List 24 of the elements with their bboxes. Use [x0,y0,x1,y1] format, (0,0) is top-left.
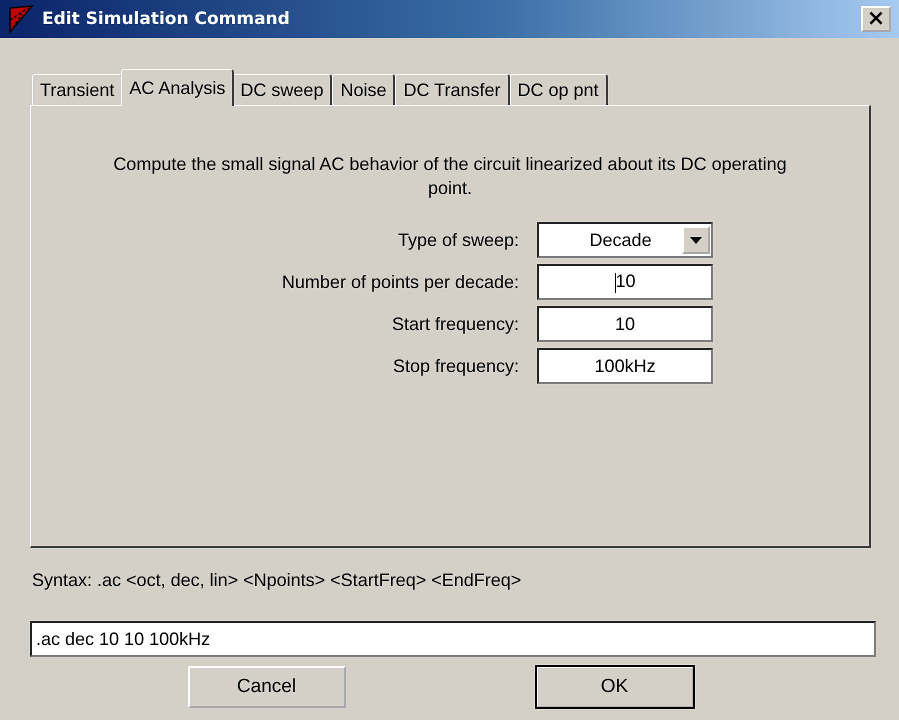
close-button[interactable]: × [861,6,891,32]
tab[interactable]: DC op pnt [510,74,608,105]
input-field[interactable]: 100kHz [537,348,714,384]
sweep-type-dropdown[interactable]: Decade [537,222,714,258]
tab[interactable]: DC Transfer [395,74,510,105]
field-label: Type of sweep: [396,230,520,250]
field-label: Start frequency: [390,314,520,334]
input-field[interactable]: 10 [537,306,714,342]
tab[interactable]: Transient [32,74,124,105]
syntax-text: Syntax: .ac <oct, dec, lin> <Npoints> <StartFreq> <EndFreq> [32,570,522,591]
command-field[interactable]: .ac dec 10 10 100kHz [30,621,876,657]
window-title: Edit Simulation Command [42,9,291,29]
field-label: Stop frequency: [392,356,520,376]
input-field[interactable]: 10 [537,264,714,300]
dialog-button[interactable]: Cancel [188,666,346,708]
tab[interactable]: Noise [332,74,396,105]
caret-icon [690,236,702,244]
dialog-button[interactable]: OK [536,666,694,708]
tab[interactable]: AC Analysis [121,69,234,106]
tab[interactable]: DC sweep [232,74,332,105]
app-logo-icon [8,4,34,34]
field-label: Number of points per decade: [282,272,520,292]
description-text: Compute the small signal AC behavior of the circuit linearized about its DC operating point. [112,153,788,200]
dropdown-button[interactable] [682,226,710,254]
